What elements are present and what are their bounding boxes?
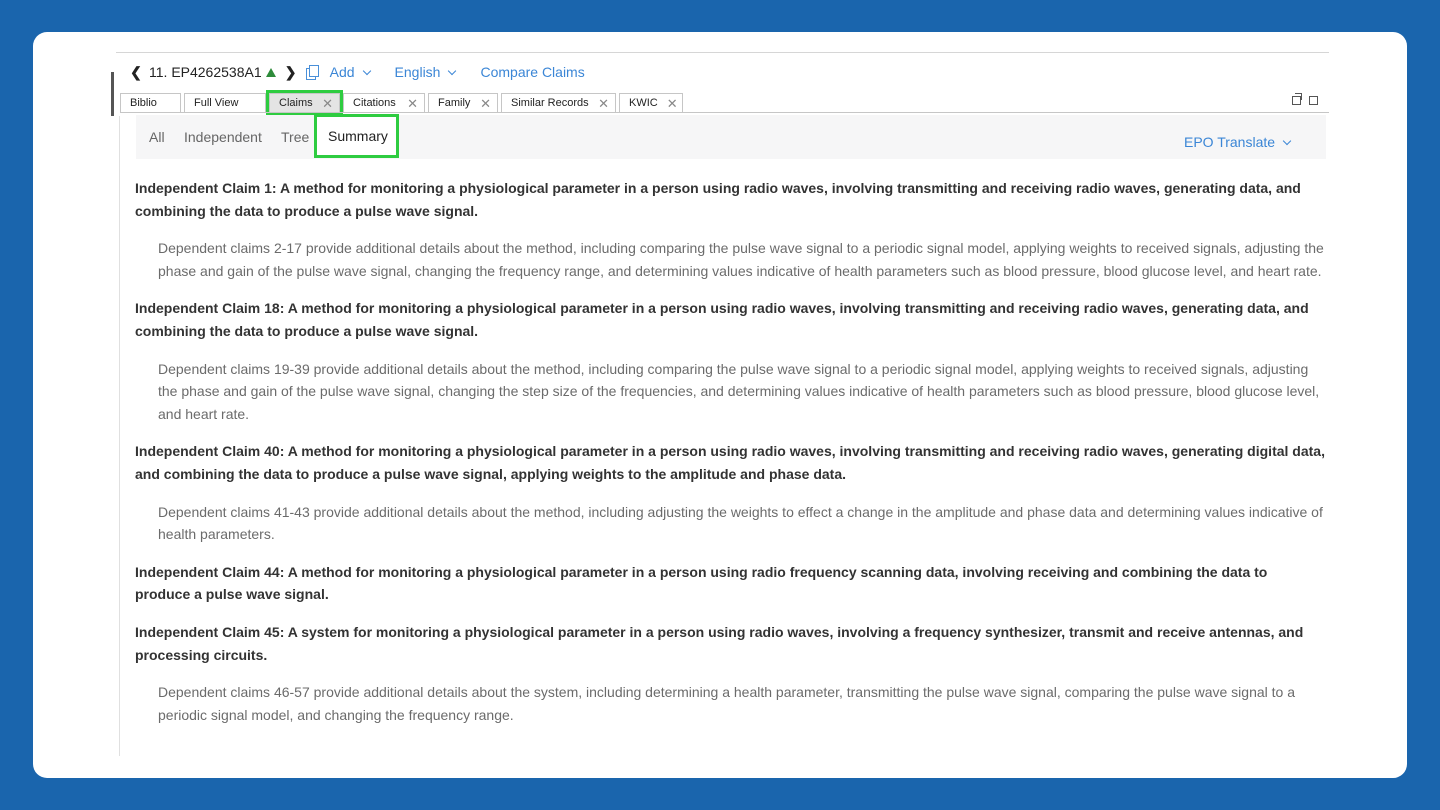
language-label: English	[394, 64, 441, 80]
close-tab-icon[interactable]: ✕	[667, 97, 678, 110]
tab-label: Citations	[353, 97, 396, 109]
independent-claim: Independent Claim 44: A method for monit…	[135, 563, 1268, 603]
independent-claim: Independent Claim 40: A method for monit…	[135, 443, 1325, 482]
independent-claim: Independent Claim 45: A system for monit…	[135, 623, 1304, 663]
compare-claims-link[interactable]: Compare Claims	[480, 64, 584, 80]
tab-claims[interactable]: Claims ✕	[266, 90, 343, 115]
dependent-claims-summary: Dependent claims 19-39 provide additiona…	[158, 360, 1320, 422]
top-divider	[116, 52, 1329, 53]
epo-translate-dropdown[interactable]: EPO Translate	[1184, 134, 1292, 150]
record-number: 11. EP4262538A1	[149, 64, 262, 80]
tab-label: Family	[438, 97, 471, 109]
next-record-icon[interactable]: ❯	[284, 64, 298, 81]
tab-similar-records[interactable]: Similar Records ✕	[501, 93, 616, 112]
add-dropdown[interactable]: Add	[329, 64, 371, 80]
left-accent-bar	[111, 72, 114, 116]
tab-label: Full View	[194, 97, 239, 109]
document-panel: ❮ 11. EP4262538A1 ❯ Add English Compare …	[33, 32, 1407, 778]
subtab-tree[interactable]: Tree	[281, 129, 309, 145]
subtab-summary[interactable]: Summary	[328, 128, 388, 144]
subtab-all[interactable]: All	[149, 129, 165, 145]
tab-label: KWIC	[629, 97, 658, 109]
restore-window-icon[interactable]	[1292, 93, 1302, 105]
previous-record-icon[interactable]: ❮	[129, 64, 143, 81]
tab-label: Similar Records	[511, 97, 589, 109]
independent-claim: Independent Claim 1: A method for monito…	[135, 180, 1301, 219]
claims-summary: Independent Claim 1: A method for monito…	[135, 177, 1325, 741]
content-left-border	[119, 116, 120, 756]
record-toolbar: ❮ 11. EP4262538A1 ❯ Add English Compare …	[129, 62, 585, 82]
epo-translate-label: EPO Translate	[1184, 134, 1276, 150]
close-tab-icon[interactable]: ✕	[598, 97, 609, 110]
tab-full-view[interactable]: Full View	[184, 93, 266, 112]
close-tab-icon[interactable]: ✕	[407, 97, 418, 110]
close-tab-icon[interactable]: ✕	[480, 97, 491, 110]
window-controls	[1292, 93, 1318, 105]
chevron-down-icon	[448, 66, 457, 75]
status-triangle-icon	[265, 67, 276, 77]
chevron-down-icon	[362, 66, 371, 75]
tab-family[interactable]: Family ✕	[428, 93, 498, 112]
language-dropdown[interactable]: English	[394, 64, 457, 80]
independent-claim: Independent Claim 18: A method for monit…	[135, 300, 1309, 339]
tab-label: Claims	[279, 97, 313, 109]
close-tab-icon[interactable]: ✕	[322, 97, 333, 110]
tab-biblio[interactable]: Biblio	[120, 93, 181, 112]
tab-label: Biblio	[130, 97, 157, 109]
tab-kwic[interactable]: KWIC ✕	[619, 93, 683, 112]
add-label: Add	[329, 64, 355, 80]
dependent-claims-summary: Dependent claims 41-43 provide additiona…	[158, 503, 1323, 543]
subtab-independent[interactable]: Independent	[184, 129, 262, 145]
tab-citations[interactable]: Citations ✕	[343, 93, 425, 112]
subtab-summary-highlight: Summary	[314, 114, 399, 158]
dependent-claims-summary: Dependent claims 2-17 provide additional…	[158, 240, 1324, 279]
tabs-baseline	[120, 112, 1329, 113]
record-tabs: Biblio Full View Claims ✕ Citations ✕ Family ✕ S…	[120, 90, 686, 115]
copy-icon[interactable]	[305, 65, 319, 80]
maximize-window-icon[interactable]	[1309, 96, 1318, 105]
dependent-claims-summary: Dependent claims 46-57 provide additiona…	[158, 684, 1295, 723]
chevron-down-icon	[1282, 136, 1292, 145]
